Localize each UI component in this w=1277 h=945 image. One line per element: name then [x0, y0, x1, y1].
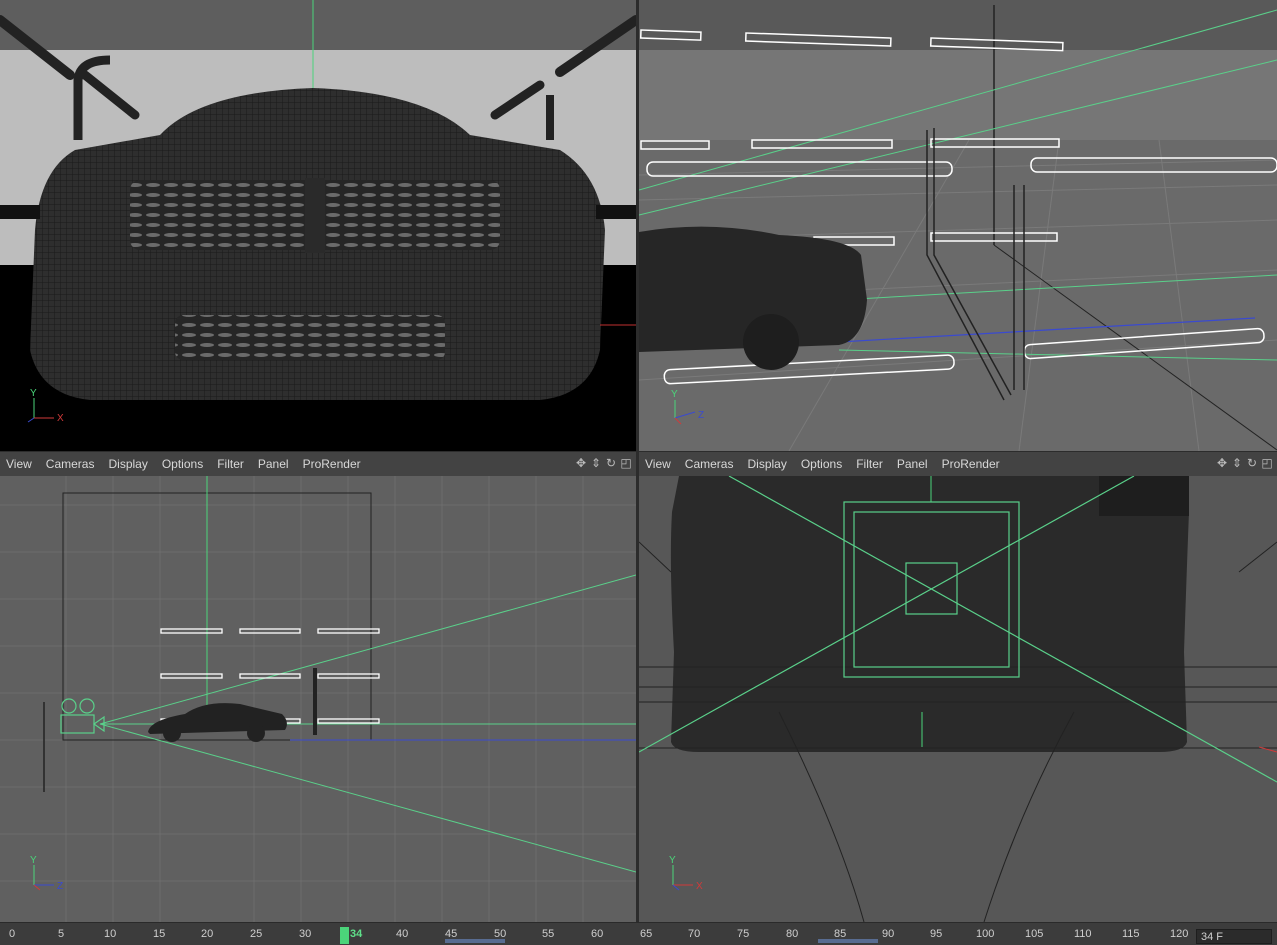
- menu-options[interactable]: Options: [155, 457, 210, 471]
- menu-display[interactable]: Display: [740, 457, 793, 471]
- timeline-tick: 80: [786, 928, 799, 940]
- menu-cameras[interactable]: Cameras: [678, 457, 741, 471]
- timeline-tick: 75: [737, 928, 750, 940]
- playhead[interactable]: [340, 927, 349, 944]
- current-frame-label: 34: [350, 928, 363, 940]
- keyframe-range: [818, 939, 878, 943]
- viewport-front-camera[interactable]: Y X: [0, 0, 636, 451]
- maximize-icon[interactable]: ◰: [620, 456, 632, 470]
- timeline-tick: 0: [9, 928, 16, 940]
- timeline-tick: 5: [58, 928, 65, 940]
- menu-prorender[interactable]: ProRender: [296, 457, 368, 471]
- timeline-tick: 105: [1025, 928, 1044, 940]
- timeline-tick: 115: [1122, 928, 1140, 940]
- axis-y-label: Y: [671, 389, 678, 400]
- viewport-front[interactable]: View Cameras Display Options Filter Pane…: [639, 452, 1277, 922]
- timeline-tick: 40: [396, 928, 409, 940]
- current-frame-field[interactable]: 34 F: [1196, 929, 1272, 944]
- menu-display[interactable]: Display: [101, 457, 154, 471]
- viewport-right[interactable]: View Cameras Display Options Filter Pane…: [0, 452, 636, 922]
- axis-y-label: Y: [30, 855, 37, 866]
- timeline-tick: 120: [1170, 928, 1189, 940]
- axis-z-label: Z: [57, 881, 63, 892]
- light-bars: [160, 628, 380, 724]
- timeline-tick: 60: [591, 928, 604, 940]
- viewport-menubar-right: View Cameras Display Options Filter Pane…: [0, 452, 636, 476]
- menu-options[interactable]: Options: [794, 457, 849, 471]
- lower-grille: [175, 315, 445, 360]
- perspective-canvas: Y Z: [639, 0, 1277, 451]
- timeline-tick: 100: [976, 928, 995, 940]
- timeline-tick: 90: [882, 928, 895, 940]
- scale-icon[interactable]: ⇕: [1231, 456, 1243, 470]
- room-outline: [62, 492, 372, 741]
- viewport-perspective[interactable]: Y Z: [639, 0, 1277, 451]
- timeline[interactable]: 0 5 10 15 20 25 30 40 45 50 55 60 65 70 …: [0, 922, 1277, 945]
- timeline-tick: 95: [930, 928, 943, 940]
- menu-view[interactable]: View: [0, 457, 39, 471]
- maximize-icon[interactable]: ◰: [1261, 456, 1273, 470]
- rotate-icon[interactable]: ↻: [1246, 456, 1258, 470]
- menu-panel[interactable]: Panel: [890, 457, 935, 471]
- menu-view[interactable]: View: [639, 457, 678, 471]
- timeline-tick: 20: [201, 928, 214, 940]
- axis-y-label: Y: [669, 855, 676, 866]
- menu-cameras[interactable]: Cameras: [39, 457, 102, 471]
- timeline-tick: 15: [153, 928, 166, 940]
- viewport-menubar-front: View Cameras Display Options Filter Pane…: [639, 452, 1277, 476]
- timeline-tick: 110: [1074, 928, 1092, 940]
- menu-prorender[interactable]: ProRender: [935, 457, 1007, 471]
- timeline-tick: 85: [834, 928, 847, 940]
- axis-x-label: X: [696, 881, 703, 892]
- scale-icon[interactable]: ⇕: [590, 456, 602, 470]
- move-icon[interactable]: ✥: [1216, 456, 1228, 470]
- timeline-tick: 25: [250, 928, 263, 940]
- right-view-canvas: Y Z: [0, 476, 636, 922]
- menu-panel[interactable]: Panel: [251, 457, 296, 471]
- timeline-tick: 70: [688, 928, 701, 940]
- axis-gizmo: Y Z: [30, 855, 63, 892]
- rotate-icon[interactable]: ↻: [605, 456, 617, 470]
- timeline-tick: 10: [104, 928, 117, 940]
- timeline-tick: 55: [542, 928, 555, 940]
- camera-object: [60, 698, 105, 734]
- axis-x-label: X: [57, 413, 64, 424]
- menu-filter[interactable]: Filter: [849, 457, 890, 471]
- axis-y-label: Y: [30, 388, 37, 399]
- menu-filter[interactable]: Filter: [210, 457, 251, 471]
- front-view-canvas: Y X: [0, 0, 636, 451]
- axis-gizmo: Y X: [669, 855, 703, 892]
- timeline-tick: 50: [494, 928, 507, 940]
- axis-z-label: Z: [698, 410, 704, 421]
- timeline-tick: 30: [299, 928, 312, 940]
- timeline-tick: 45: [445, 928, 458, 940]
- move-icon[interactable]: ✥: [575, 456, 587, 470]
- timeline-tick: 65: [640, 928, 653, 940]
- front-view-canvas-2: Y X: [639, 475, 1277, 922]
